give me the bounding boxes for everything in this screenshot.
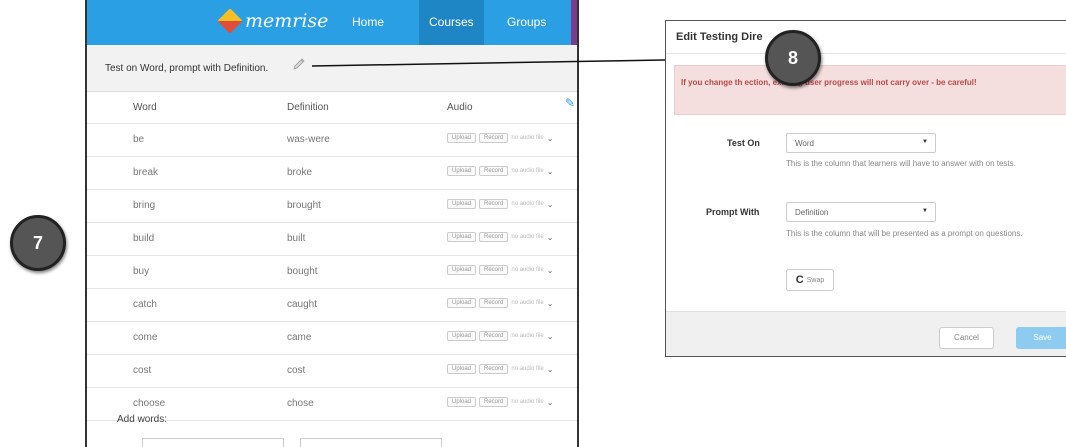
step-callout-8: 8 — [765, 30, 821, 86]
edit-testing-direction-dialog: Edit Testing Dire If you change th ectio… — [665, 20, 1066, 357]
warning-text: If you change th ection, existing user p… — [681, 78, 977, 87]
prompt-with-help: This is the column that will be presente… — [786, 229, 1023, 238]
swap-icon: C — [795, 274, 804, 286]
cancel-button[interactable]: Cancel — [939, 327, 994, 349]
dialog-footer: Cancel Save — [666, 311, 1066, 356]
dropdown-caret-icon: ▼ — [922, 208, 928, 214]
warning-alert: If you change th ection, existing user p… — [674, 65, 1066, 115]
prompt-with-select[interactable]: Definition ▼ — [786, 202, 936, 222]
test-on-select[interactable]: Word ▼ — [786, 133, 936, 153]
dialog-title: Edit Testing Dire — [676, 31, 763, 43]
save-button[interactable]: Save — [1016, 327, 1066, 349]
prompt-with-label: Prompt With — [706, 207, 760, 217]
swap-button[interactable]: C Swap — [786, 269, 834, 291]
swap-label: Swap — [806, 276, 825, 284]
dialog-header: Edit Testing Dire — [666, 21, 1066, 54]
test-on-help: This is the column that learners will ha… — [786, 159, 1016, 168]
dropdown-caret-icon: ▼ — [922, 139, 928, 145]
test-on-value: Word — [795, 139, 814, 148]
prompt-with-value: Definition — [795, 208, 829, 217]
test-on-label: Test On — [727, 138, 760, 148]
